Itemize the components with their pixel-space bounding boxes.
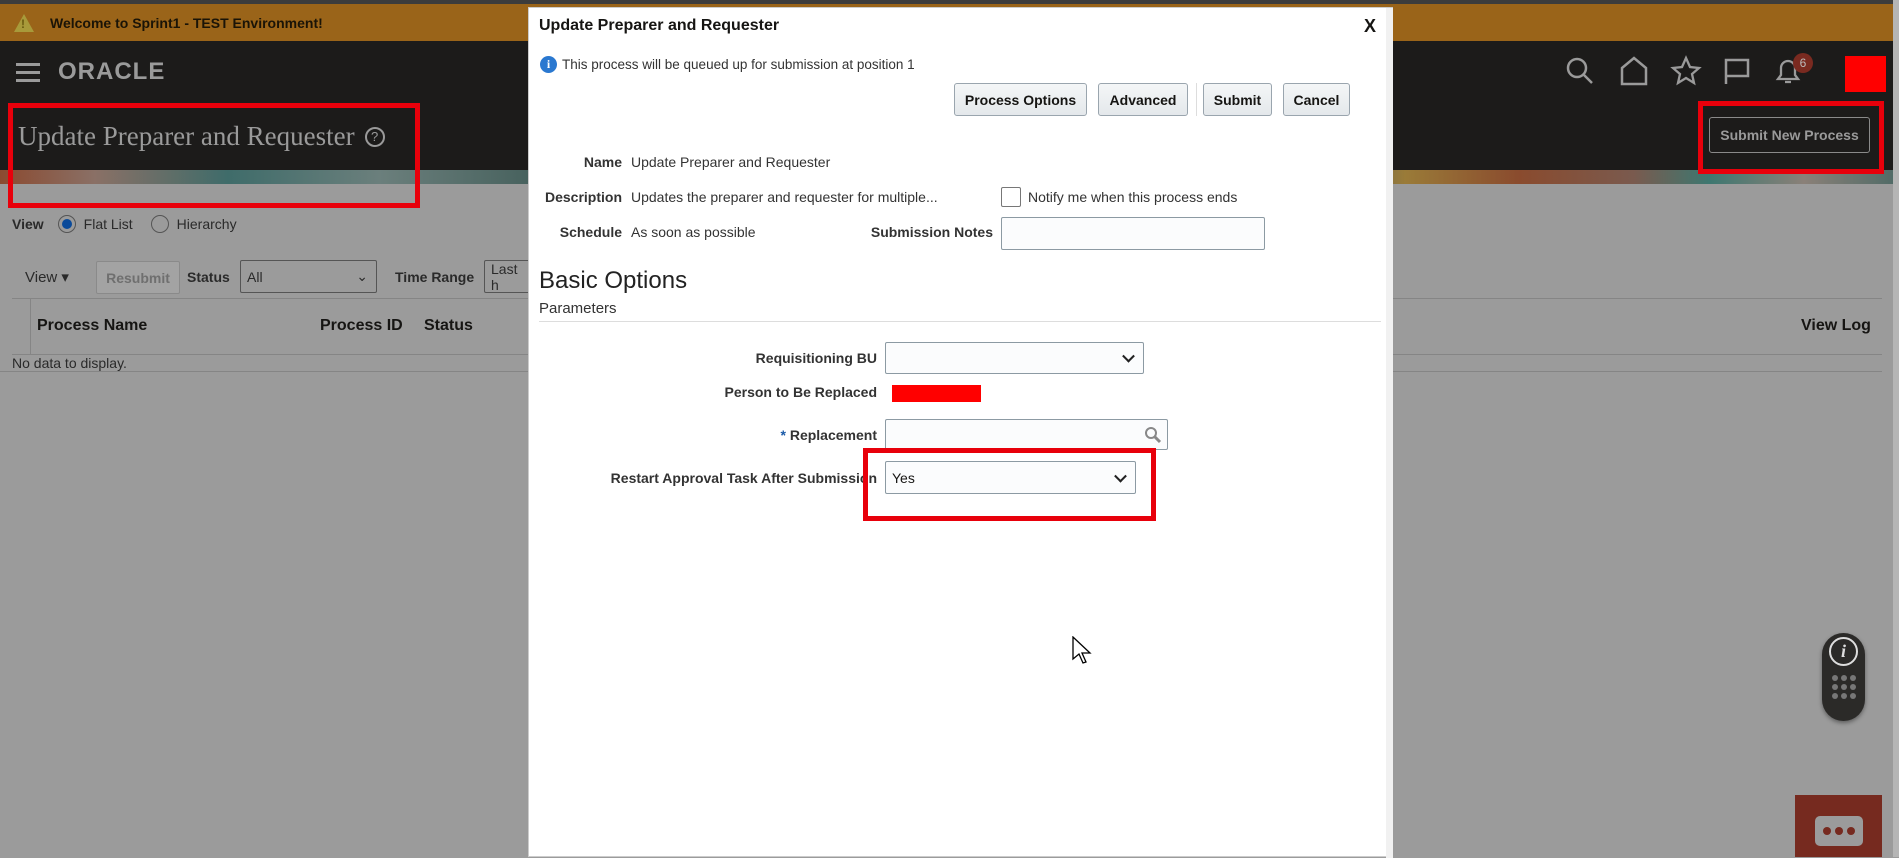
annotation-box-submit-new-process: [1698, 101, 1884, 174]
section-title: Basic Options: [539, 267, 688, 294]
advanced-button[interactable]: Advanced: [1098, 83, 1188, 116]
schedule-label: Schedule: [559, 224, 622, 240]
required-indicator: *: [780, 427, 786, 443]
replacement-label: * Replacement: [529, 427, 878, 443]
dialog-scrollbar[interactable]: [1386, 8, 1393, 858]
warning-icon: [14, 13, 34, 32]
info-icon: i: [540, 56, 557, 73]
submission-notes-input[interactable]: [1001, 217, 1265, 250]
search-icon[interactable]: [1564, 55, 1596, 87]
oracle-logo[interactable]: ORACLE: [58, 58, 165, 86]
view-toggle: View Flat List Hierarchy: [12, 215, 237, 233]
process-options-button[interactable]: Process Options: [954, 83, 1087, 116]
description-label: Description: [544, 189, 622, 205]
person-value-redacted: [892, 385, 981, 402]
submission-notes-label: Submission Notes: [870, 224, 993, 240]
column-header-view-log[interactable]: View Log: [1801, 317, 1871, 335]
home-icon[interactable]: [1618, 55, 1650, 87]
hierarchy-radio[interactable]: [150, 215, 169, 233]
schedule-value: As soon as possible: [631, 224, 756, 240]
view-label: View: [12, 216, 44, 232]
status-filter-label: Status: [187, 269, 230, 285]
chevron-down-icon: ⌄: [356, 268, 368, 284]
replacement-input[interactable]: [885, 419, 1168, 450]
notify-label[interactable]: Notify me when this process ends: [1028, 189, 1237, 205]
empty-table-message: No data to display.: [12, 355, 127, 371]
chevron-down-icon: [1122, 349, 1135, 363]
star-icon[interactable]: [1670, 55, 1702, 87]
status-filter-value: All: [247, 268, 263, 285]
chat-button[interactable]: [1795, 795, 1882, 857]
help-widget[interactable]: i: [1822, 633, 1865, 721]
status-filter-select[interactable]: All ⌄: [240, 260, 377, 293]
view-menu[interactable]: View ▾: [25, 268, 69, 286]
requisitioning-bu-select[interactable]: [885, 342, 1144, 374]
subsection-title: Parameters: [539, 300, 617, 317]
user-avatar-redacted[interactable]: [1845, 56, 1886, 92]
cancel-button[interactable]: Cancel: [1283, 83, 1350, 116]
close-icon[interactable]: X: [1364, 16, 1376, 37]
hierarchy-label: Hierarchy: [176, 216, 237, 232]
flat-list-radio[interactable]: [57, 215, 76, 233]
hamburger-menu-icon[interactable]: [16, 63, 40, 87]
dialog-title: Update Preparer and Requester: [539, 17, 780, 34]
resubmit-button[interactable]: Resubmit: [96, 261, 180, 294]
requisitioning-bu-label: Requisitioning BU: [755, 350, 877, 366]
name-value: Update Preparer and Requester: [631, 154, 831, 170]
search-icon[interactable]: [1144, 426, 1162, 444]
notify-checkbox[interactable]: [1001, 187, 1021, 207]
annotation-box-restart-approval: [863, 448, 1156, 521]
info-message: i This process will be queued up for sub…: [540, 56, 915, 73]
mouse-cursor-icon: [1072, 636, 1092, 664]
column-header-status[interactable]: Status: [424, 317, 473, 335]
flat-list-label: Flat List: [83, 216, 133, 232]
restart-approval-label: Restart Approval Task After Submission: [610, 470, 877, 486]
name-label: Name: [583, 154, 622, 170]
button-separator: [1196, 83, 1197, 116]
banner-text: Welcome to Sprint1 - TEST Environment!: [50, 14, 323, 31]
annotation-box-page-title: [8, 103, 420, 208]
person-to-be-replaced-label: Person to Be Replaced: [724, 384, 878, 400]
replacement-label-text: Replacement: [789, 427, 877, 443]
info-icon[interactable]: i: [1829, 637, 1858, 666]
description-value: Updates the preparer and requester for m…: [631, 189, 938, 205]
column-header-process-id[interactable]: Process ID: [320, 317, 403, 335]
page-scrollbar[interactable]: [1893, 0, 1899, 857]
time-range-value: Last h: [491, 260, 518, 293]
view-menu-label: View: [25, 269, 58, 286]
update-preparer-dialog: Update Preparer and Requester X i This p…: [528, 7, 1393, 858]
column-header-process-name[interactable]: Process Name: [37, 317, 147, 335]
time-range-select[interactable]: Last h: [484, 260, 534, 293]
chat-bubble-icon: [1815, 816, 1863, 846]
notification-badge: 6: [1793, 53, 1813, 73]
info-message-text: This process will be queued up for submi…: [562, 57, 915, 72]
divider: [30, 299, 31, 354]
time-range-label: Time Range: [395, 269, 475, 285]
divider: [539, 321, 1381, 322]
keypad-icon[interactable]: [1831, 675, 1856, 699]
submit-button[interactable]: Submit: [1203, 83, 1272, 116]
flag-icon[interactable]: [1721, 55, 1753, 87]
